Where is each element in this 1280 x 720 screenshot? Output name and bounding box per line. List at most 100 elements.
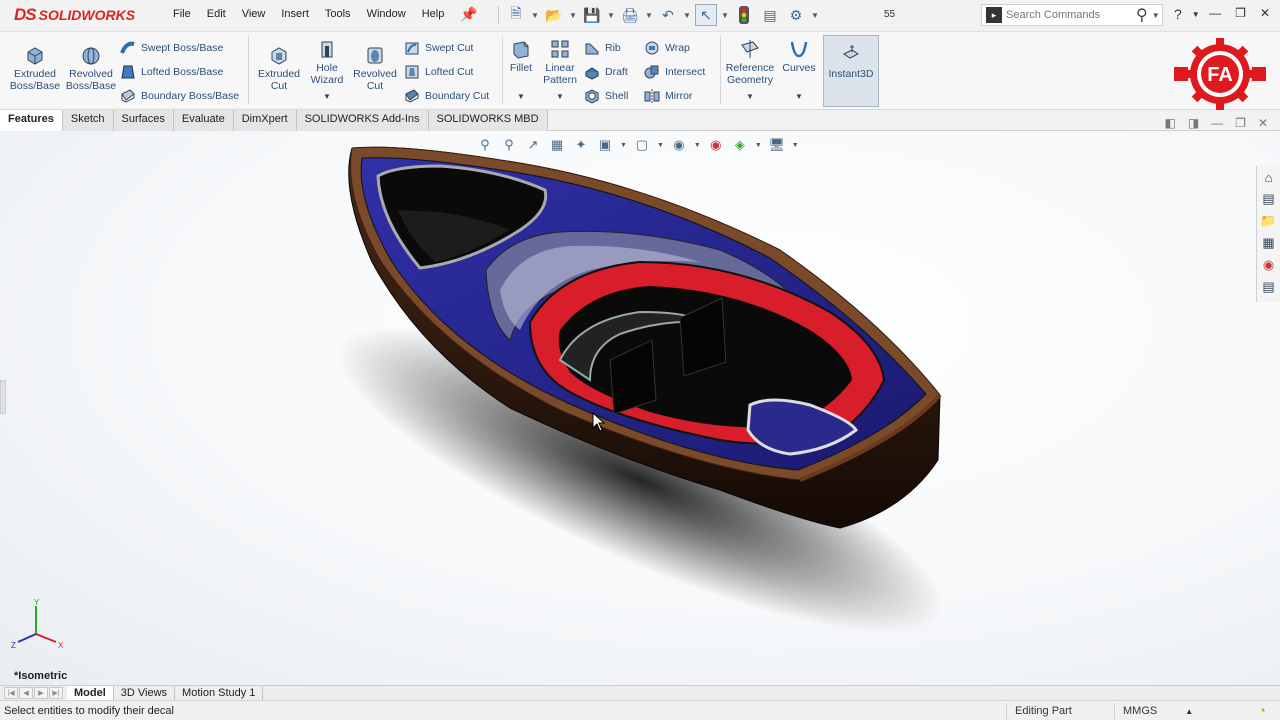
chevron-down-icon[interactable]: ▼	[645, 11, 653, 20]
shell-button[interactable]: Shell	[584, 88, 628, 104]
rebuild-status-icon[interactable]: ◔	[1258, 703, 1266, 718]
split-right-icon[interactable]: ◨	[1188, 116, 1199, 130]
chevron-down-icon[interactable]: ▼	[792, 142, 799, 149]
home-icon[interactable]: ⌂	[1260, 168, 1278, 186]
revolved-boss-button[interactable]: Revolved Boss/Base	[64, 44, 118, 92]
save-icon[interactable]: 💾	[581, 4, 603, 26]
last-tab-icon[interactable]: ▶|	[49, 687, 63, 699]
boundary-boss-button[interactable]: Boundary Boss/Base	[120, 88, 239, 104]
dynamic-annotation-icon[interactable]: ✦	[572, 136, 590, 154]
rib-button[interactable]: Rib	[584, 40, 621, 56]
close-icon[interactable]: ✕	[1258, 116, 1268, 130]
options-gear-icon[interactable]: ⚙	[785, 4, 807, 26]
menu-view[interactable]: View	[234, 8, 274, 20]
appearances-icon[interactable]: ◉	[1260, 256, 1278, 274]
menu-help[interactable]: Help	[414, 8, 453, 20]
mirror-button[interactable]: Mirror	[644, 88, 692, 104]
menu-tools[interactable]: Tools	[317, 8, 359, 20]
search-input[interactable]	[1006, 9, 1134, 21]
tab-addins[interactable]: SOLIDWORKS Add-Ins	[296, 110, 429, 131]
custom-properties-icon[interactable]: ▤	[1260, 278, 1278, 296]
edit-appearance-icon[interactable]: ◉	[707, 136, 725, 154]
rebuild-traffic-light-icon[interactable]	[733, 4, 755, 26]
apply-scene-icon[interactable]: ◈	[731, 136, 749, 154]
chevron-down-icon[interactable]: ▼	[746, 92, 754, 101]
chevron-down-icon[interactable]: ▼	[721, 11, 729, 20]
restore-icon[interactable]: ❐	[1235, 6, 1246, 20]
menu-insert[interactable]: Insert	[273, 8, 317, 20]
undo-icon[interactable]: ↶	[657, 4, 679, 26]
reference-geometry-button[interactable]: Reference Geometry	[724, 38, 776, 86]
chevron-down-icon[interactable]: ▼	[755, 142, 762, 149]
chevron-down-icon[interactable]: ▼	[1152, 11, 1160, 20]
hole-wizard-button[interactable]: Hole Wizard	[306, 38, 348, 86]
menu-edit[interactable]: Edit	[199, 8, 234, 20]
fillet-button[interactable]: Fillet	[506, 38, 536, 74]
chevron-down-icon[interactable]: ▼	[556, 92, 564, 101]
instant3d-button[interactable]: Instant3D	[823, 35, 879, 107]
lofted-cut-button[interactable]: Lofted Cut	[404, 64, 473, 80]
zoom-to-area-icon[interactable]: ⚲	[500, 136, 518, 154]
new-document-icon[interactable]: 🗎	[505, 4, 527, 26]
chevron-down-icon[interactable]: ▼	[531, 11, 539, 20]
tab-sketch[interactable]: Sketch	[62, 110, 114, 131]
chevron-down-icon[interactable]: ▼	[795, 92, 803, 101]
minimize-icon[interactable]: —	[1209, 6, 1221, 20]
minimize-icon[interactable]: —	[1211, 116, 1223, 130]
restore-icon[interactable]: ❐	[1235, 116, 1246, 130]
view-orientation-icon[interactable]: ▣	[596, 136, 614, 154]
section-view-icon[interactable]: ▦	[548, 136, 566, 154]
lofted-boss-button[interactable]: Lofted Boss/Base	[120, 64, 223, 80]
solidworks-logo[interactable]: DS SOLIDWORKS	[14, 4, 135, 26]
swept-cut-button[interactable]: Swept Cut	[404, 40, 473, 56]
chevron-down-icon[interactable]: ▼	[683, 11, 691, 20]
tab-3d-views[interactable]: 3D Views	[114, 686, 176, 700]
display-style-icon[interactable]: ▢	[633, 136, 651, 154]
hide-show-items-icon[interactable]: ◉	[670, 136, 688, 154]
linear-pattern-button[interactable]: Linear Pattern	[540, 38, 580, 86]
design-library-icon[interactable]: ▤	[1260, 190, 1278, 208]
chevron-down-icon[interactable]: ▼	[694, 142, 701, 149]
tab-features[interactable]: Features	[0, 110, 63, 131]
prev-tab-icon[interactable]: ◀	[19, 687, 33, 699]
swept-boss-button[interactable]: Swept Boss/Base	[120, 40, 223, 56]
open-folder-icon[interactable]: 📂	[543, 4, 565, 26]
feature-tree-expand-handle[interactable]	[0, 380, 6, 414]
revolved-cut-button[interactable]: Revolved Cut	[350, 44, 400, 92]
boundary-cut-button[interactable]: Boundary Cut	[404, 88, 489, 104]
chevron-down-icon[interactable]: ▼	[620, 142, 627, 149]
chevron-down-icon[interactable]: ▼	[1192, 10, 1200, 22]
select-pointer-icon[interactable]: ↖	[695, 4, 717, 26]
chevron-down-icon[interactable]: ▼	[569, 11, 577, 20]
close-icon[interactable]: ✕	[1260, 6, 1270, 20]
file-explorer-icon[interactable]: 📁	[1260, 212, 1278, 230]
view-settings-icon[interactable]: 🖥	[768, 136, 786, 154]
help-icon[interactable]: ?	[1174, 6, 1182, 22]
tab-evaluate[interactable]: Evaluate	[173, 110, 234, 131]
next-tab-icon[interactable]: ▶	[34, 687, 48, 699]
extruded-cut-button[interactable]: Extruded Cut	[254, 44, 304, 92]
view-palette-icon[interactable]: ▦	[1260, 234, 1278, 252]
tab-mbd[interactable]: SOLIDWORKS MBD	[428, 110, 548, 131]
unit-system-selector[interactable]: MMGS ▲	[1114, 703, 1204, 719]
curves-button[interactable]: Curves	[780, 38, 818, 74]
search-icon[interactable]: ⚲	[1136, 5, 1148, 25]
wrap-button[interactable]: Wrap	[644, 40, 690, 56]
menu-window[interactable]: Window	[359, 8, 414, 20]
pin-menu-icon[interactable]: 📌	[460, 6, 477, 23]
chevron-down-icon[interactable]: ▼	[323, 92, 331, 101]
tab-model[interactable]: Model	[67, 686, 114, 700]
chevron-down-icon[interactable]: ▼	[607, 11, 615, 20]
tab-dimxpert[interactable]: DimXpert	[233, 110, 297, 131]
graphics-area[interactable]	[0, 131, 1280, 685]
print-icon[interactable]: 🖨	[619, 4, 641, 26]
draft-button[interactable]: Draft	[584, 64, 628, 80]
tab-motion-study[interactable]: Motion Study 1	[175, 686, 264, 700]
first-tab-icon[interactable]: |◀	[4, 687, 18, 699]
tab-surfaces[interactable]: Surfaces	[113, 110, 174, 131]
chevron-down-icon[interactable]: ▼	[517, 92, 525, 101]
intersect-button[interactable]: Intersect	[644, 64, 705, 80]
split-left-icon[interactable]: ◧	[1164, 116, 1175, 130]
zoom-to-fit-icon[interactable]: ⚲	[476, 136, 494, 154]
menu-file[interactable]: File	[165, 8, 199, 20]
